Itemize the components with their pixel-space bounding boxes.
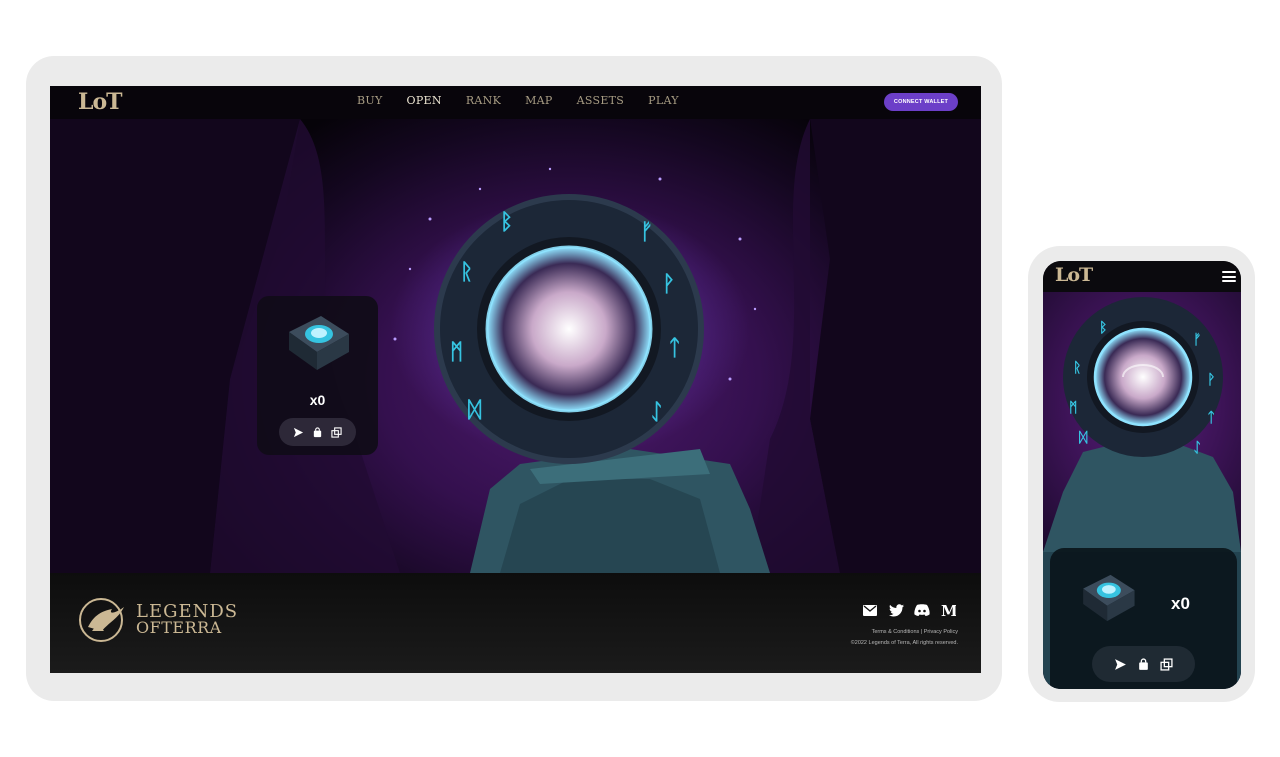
hamburger-menu-icon[interactable] (1222, 271, 1236, 282)
footer: LEGENDS OFTERRA M Terms & Conditions | P… (50, 573, 981, 673)
legends-of-terra-brand[interactable]: LEGENDS OFTERRA (78, 597, 238, 643)
svg-text:ᛏ: ᛏ (1207, 410, 1215, 426)
svg-text:ᛗ: ᛗ (450, 340, 463, 365)
discord-icon[interactable] (914, 602, 930, 618)
griffin-emblem-icon (79, 598, 124, 642)
copyright: ©2022 Legends of Terra, All rights reser… (850, 640, 958, 646)
mobile-chest-actions (1092, 646, 1195, 682)
mobile-chest-box-image (1083, 574, 1135, 622)
lot-logo[interactable]: LoT (78, 89, 123, 115)
mobile-portal-scene: ᛒ ᚱ ᛗᛞ ᚠ ᚹ ᛏᛇ x0 (1043, 292, 1241, 689)
legal-text: Terms & Conditions | Privacy Policy ©202… (851, 627, 958, 649)
desktop-screen: LoT BUY OPEN RANK MAP ASSETS PLAY CONNEC… (50, 86, 981, 673)
svg-text:ᚠ: ᚠ (640, 220, 653, 245)
social-links: M (862, 602, 956, 618)
twitter-icon[interactable] (888, 602, 904, 618)
legal-separator: | (920, 629, 923, 635)
privacy-link[interactable]: Privacy Policy (924, 629, 958, 635)
chest-count: x0 (309, 392, 326, 408)
mobile-chest-count: x0 (1171, 594, 1190, 613)
svg-text:M: M (941, 604, 956, 617)
svg-text:ᛞ: ᛞ (1079, 430, 1088, 446)
svg-text:ᚱ: ᚱ (460, 260, 473, 285)
medium-icon[interactable]: M (940, 602, 956, 618)
svg-text:ᛗ: ᛗ (1069, 400, 1077, 416)
svg-text:ᛒ: ᛒ (500, 210, 513, 235)
cave-portal-illustration: ᛒ ᚱ ᛗ ᛞ ᚠ ᚹ ᛏ ᛇ (50, 119, 981, 573)
chest-actions (279, 418, 356, 446)
connect-wallet-button[interactable]: CONNECT WALLET (884, 93, 958, 111)
send-icon[interactable] (292, 425, 306, 439)
copy-icon[interactable] (1160, 657, 1174, 671)
svg-text:ᛇ: ᛇ (1193, 440, 1201, 456)
mobile-screen: LoT ᛒ ᚱ ᛗᛞ ᚠ ᚹ ᛏᛇ x0 (1043, 261, 1241, 689)
brand-name-line2: OFTERRA (136, 618, 222, 637)
terms-link[interactable]: Terms & Conditions (872, 629, 920, 635)
svg-text:ᚱ: ᚱ (1073, 360, 1081, 376)
mobile-chest-card: x0 (1050, 548, 1237, 689)
top-nav: LoT BUY OPEN RANK MAP ASSETS PLAY CONNEC… (50, 86, 981, 119)
nav-link-assets[interactable]: ASSETS (577, 94, 625, 107)
nav-link-map[interactable]: MAP (525, 94, 553, 107)
send-icon[interactable] (1113, 657, 1127, 671)
chest-box-image (289, 316, 349, 370)
bag-icon[interactable] (311, 425, 325, 439)
mobile-nav: LoT (1043, 261, 1241, 292)
svg-text:ᛒ: ᛒ (1099, 320, 1107, 336)
bag-icon[interactable] (1137, 657, 1151, 671)
nav-link-play[interactable]: PLAY (648, 94, 679, 107)
mobile-lot-logo[interactable]: LoT (1055, 264, 1093, 286)
svg-text:ᚹ: ᚹ (1207, 372, 1215, 388)
nav-link-rank[interactable]: RANK (466, 94, 501, 107)
mail-icon[interactable] (862, 602, 878, 618)
svg-text:ᚹ: ᚹ (662, 272, 675, 297)
portal-scene: ᛒ ᚱ ᛗ ᛞ ᚠ ᚹ ᛏ ᛇ x0 (50, 119, 981, 573)
svg-text:ᛞ: ᛞ (468, 398, 482, 423)
svg-text:ᛏ: ᛏ (668, 336, 681, 361)
svg-text:ᛇ: ᛇ (650, 400, 663, 425)
nav-link-open[interactable]: OPEN (407, 94, 442, 107)
nav-links: BUY OPEN RANK MAP ASSETS PLAY (357, 94, 703, 107)
nav-link-buy[interactable]: BUY (357, 94, 383, 107)
copy-icon[interactable] (329, 425, 343, 439)
chest-card: x0 (257, 296, 378, 455)
svg-text:ᚠ: ᚠ (1193, 332, 1201, 348)
